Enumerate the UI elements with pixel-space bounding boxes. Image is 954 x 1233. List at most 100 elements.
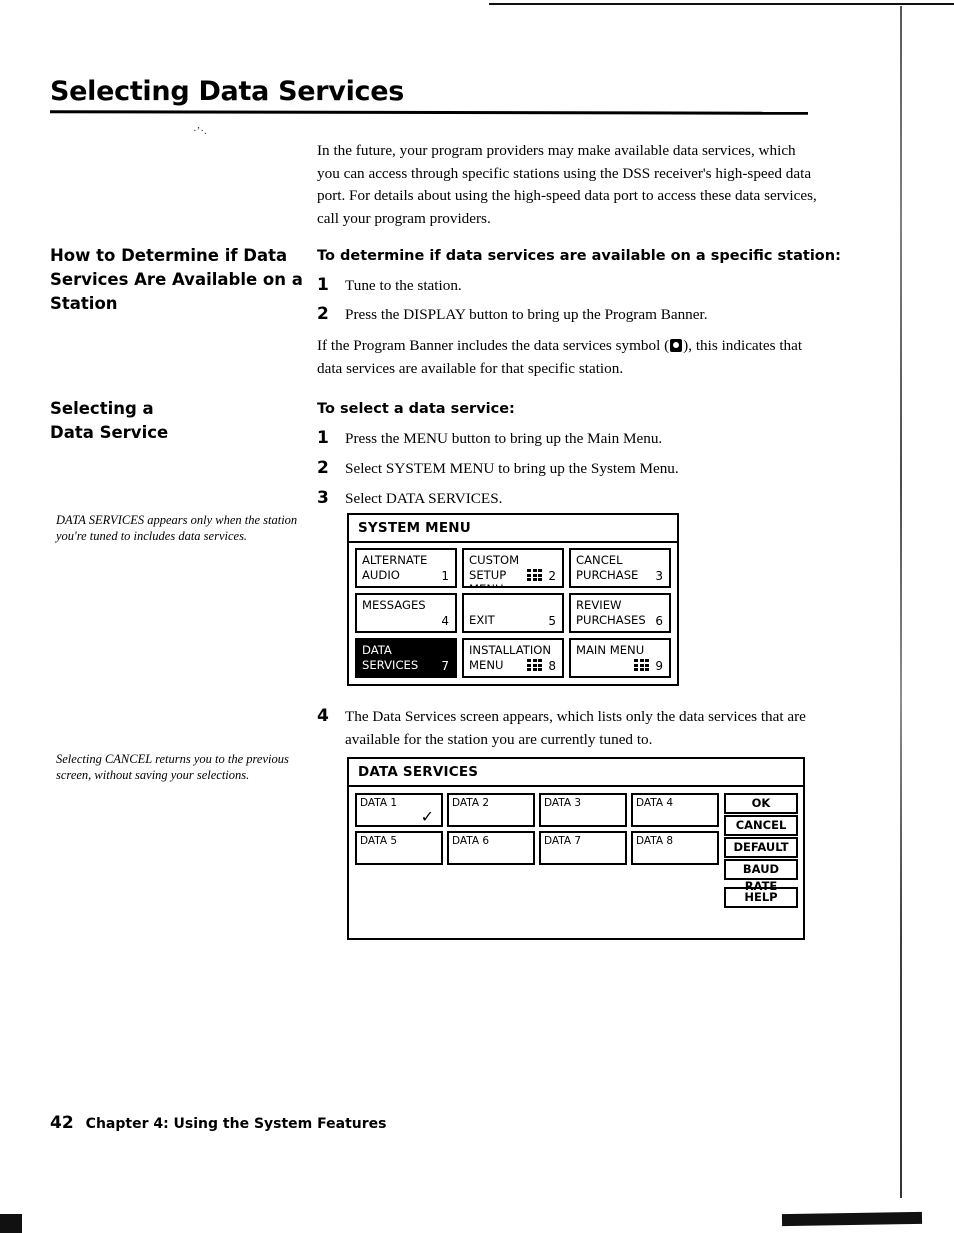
system-menu-item-data-services[interactable]: DATA SERVICES 7 — [355, 638, 457, 678]
step-text: Select SYSTEM MENU to bring up the Syste… — [345, 460, 679, 477]
subheading-selecting: To select a data service: — [317, 401, 515, 417]
menu-item-label: MAIN MENU — [576, 643, 645, 657]
data-services-title: DATA SERVICES — [349, 759, 803, 787]
menu-item-label: MESSAGES — [362, 598, 426, 612]
system-menu-item-messages[interactable]: MESSAGES 4 — [355, 593, 457, 633]
data-symbol-note: If the Program Banner includes the data … — [317, 335, 817, 380]
menu-item-number: 4 — [441, 613, 449, 628]
menu-item-label: INSTALLATION MENU — [469, 643, 552, 672]
data-services-symbol-icon — [670, 339, 683, 352]
step-text: Press the MENU button to bring up the Ma… — [345, 430, 663, 447]
checkmark-icon: ✓ — [420, 807, 434, 826]
data-service-label: DATA 3 — [544, 797, 582, 809]
scan-artifact-top-rule — [489, 3, 954, 5]
menu-item-label: ALTERNATE AUDIO — [362, 553, 428, 582]
step-text: Press the DISPLAY button to bring up the… — [345, 306, 708, 323]
system-menu-item-custom-setup-menu[interactable]: CUSTOM SETUP MENU 2 — [462, 548, 564, 588]
grid-menu-icon — [527, 659, 542, 671]
margin-note-cancel: Selecting CANCEL returns you to the prev… — [56, 752, 289, 782]
step-text: The Data Services screen appears, which … — [345, 708, 806, 748]
section-heading-determine: How to Determine if Data Services Are Av… — [50, 246, 303, 313]
system-menu-item-installation-menu[interactable]: INSTALLATION MENU 8 — [462, 638, 564, 678]
menu-item-number: 6 — [655, 613, 663, 628]
step-text: Tune to the station. — [345, 277, 462, 294]
system-menu-title: SYSTEM MENU — [349, 515, 677, 543]
step-item: 3 Select DATA SERVICES. — [317, 488, 817, 511]
step-item: 2 Select SYSTEM MENU to bring up the Sys… — [317, 458, 817, 481]
menu-item-label: DATA SERVICES — [362, 643, 419, 672]
system-menu-item-exit[interactable]: EXIT 5 — [462, 593, 564, 633]
scan-artifact-speck: ·ʼ·. — [193, 125, 207, 137]
page-footer: 42 Chapter 4: Using the System Features — [50, 1113, 386, 1133]
scan-artifact-bottom-mark — [781, 1211, 923, 1227]
data-service-label: DATA 2 — [452, 797, 490, 809]
margin-note-data-services: DATA SERVICES appears only when the stat… — [56, 513, 298, 543]
system-menu-item-alternate-audio[interactable]: ALTERNATE AUDIO 1 — [355, 548, 457, 588]
step-number: 2 — [317, 458, 329, 478]
menu-item-number: 5 — [548, 613, 556, 628]
data-service-cell-4[interactable]: DATA 4 — [631, 793, 719, 827]
data-service-cell-7[interactable]: DATA 7 — [539, 831, 627, 865]
data-service-label: DATA 4 — [636, 797, 674, 809]
system-menu-grid: ALTERNATE AUDIO 1 CUSTOM SETUP MENU 2 CA… — [349, 543, 677, 684]
scan-artifact-right-line — [900, 6, 902, 1198]
default-button[interactable]: DEFAULT — [724, 837, 798, 858]
data-service-label: DATA 1 — [360, 797, 398, 809]
intro-paragraph: In the future, your program providers ma… — [317, 142, 817, 227]
data-services-button-column: OK CANCEL DEFAULT BAUD RATE HELP — [724, 793, 798, 909]
system-menu-item-cancel-purchase[interactable]: CANCEL PURCHASE 3 — [569, 548, 671, 588]
step-item: 2 Press the DISPLAY button to bring up t… — [317, 304, 817, 327]
scan-artifact-corner-mark — [0, 1214, 22, 1233]
step-number: 3 — [317, 488, 329, 508]
page-number: 42 — [50, 1113, 74, 1133]
step-item: 1 Tune to the station. — [317, 275, 817, 298]
menu-item-number: 2 — [548, 568, 556, 583]
system-menu-item-main-menu[interactable]: MAIN MENU 9 — [569, 638, 671, 678]
manual-page: ·ʼ·. Selecting Data Services In the futu… — [0, 0, 954, 1233]
baud-rate-button[interactable]: BAUD RATE — [724, 859, 798, 893]
grid-menu-icon — [527, 569, 542, 581]
data-service-cell-5[interactable]: DATA 5 — [355, 831, 443, 865]
help-button[interactable]: HELP — [724, 887, 798, 908]
step-number: 1 — [317, 428, 329, 448]
data-service-cell-3[interactable]: DATA 3 — [539, 793, 627, 827]
note-text-before: If the Program Banner includes the data … — [317, 337, 670, 354]
page-title: Selecting Data Services — [50, 76, 405, 107]
ok-button[interactable]: OK — [724, 793, 798, 814]
system-menu-screen: SYSTEM MENU ALTERNATE AUDIO 1 CUSTOM SET… — [347, 513, 679, 686]
step-item: 1 Press the MENU button to bring up the … — [317, 428, 817, 451]
step-number: 4 — [317, 706, 329, 726]
menu-item-number: 9 — [655, 658, 663, 673]
menu-item-label: CANCEL PURCHASE — [576, 553, 639, 582]
cancel-button[interactable]: CANCEL — [724, 815, 798, 836]
menu-item-label: EXIT — [469, 612, 495, 627]
data-services-screen: DATA SERVICES DATA 1 ✓ DATA 2 DATA 3 DAT… — [347, 757, 805, 940]
menu-item-label: CUSTOM SETUP MENU — [469, 553, 520, 586]
grid-menu-icon — [634, 659, 649, 671]
data-service-cell-2[interactable]: DATA 2 — [447, 793, 535, 827]
data-services-body: DATA 1 ✓ DATA 2 DATA 3 DATA 4 DATA 5 DAT… — [349, 787, 803, 938]
menu-item-number: 8 — [548, 658, 556, 673]
section-heading-line1: Selecting a — [50, 399, 154, 418]
data-service-label: DATA 8 — [636, 835, 674, 847]
chapter-label: Chapter 4: Using the System Features — [85, 1116, 387, 1132]
title-divider — [49, 110, 809, 115]
section-heading-selecting: Selecting a Data Service — [50, 397, 305, 445]
menu-item-number: 3 — [655, 568, 663, 583]
data-service-cell-6[interactable]: DATA 6 — [447, 831, 535, 865]
menu-item-label: REVIEW PURCHASES — [576, 598, 646, 627]
data-service-label: DATA 7 — [544, 835, 582, 847]
data-service-label: DATA 6 — [452, 835, 490, 847]
section-heading-line2: Data Service — [50, 423, 169, 442]
subheading-determine: To determine if data services are availa… — [317, 248, 841, 264]
data-service-cell-1[interactable]: DATA 1 ✓ — [355, 793, 443, 827]
step-number: 1 — [317, 275, 329, 295]
step-item: 4 The Data Services screen appears, whic… — [317, 706, 817, 751]
data-service-cell-8[interactable]: DATA 8 — [631, 831, 719, 865]
step-number: 2 — [317, 304, 329, 324]
data-service-label: DATA 5 — [360, 835, 398, 847]
menu-item-number: 7 — [441, 658, 449, 673]
step-text: Select DATA SERVICES. — [345, 490, 503, 507]
system-menu-item-review-purchases[interactable]: REVIEW PURCHASES 6 — [569, 593, 671, 633]
menu-item-number: 1 — [441, 568, 449, 583]
